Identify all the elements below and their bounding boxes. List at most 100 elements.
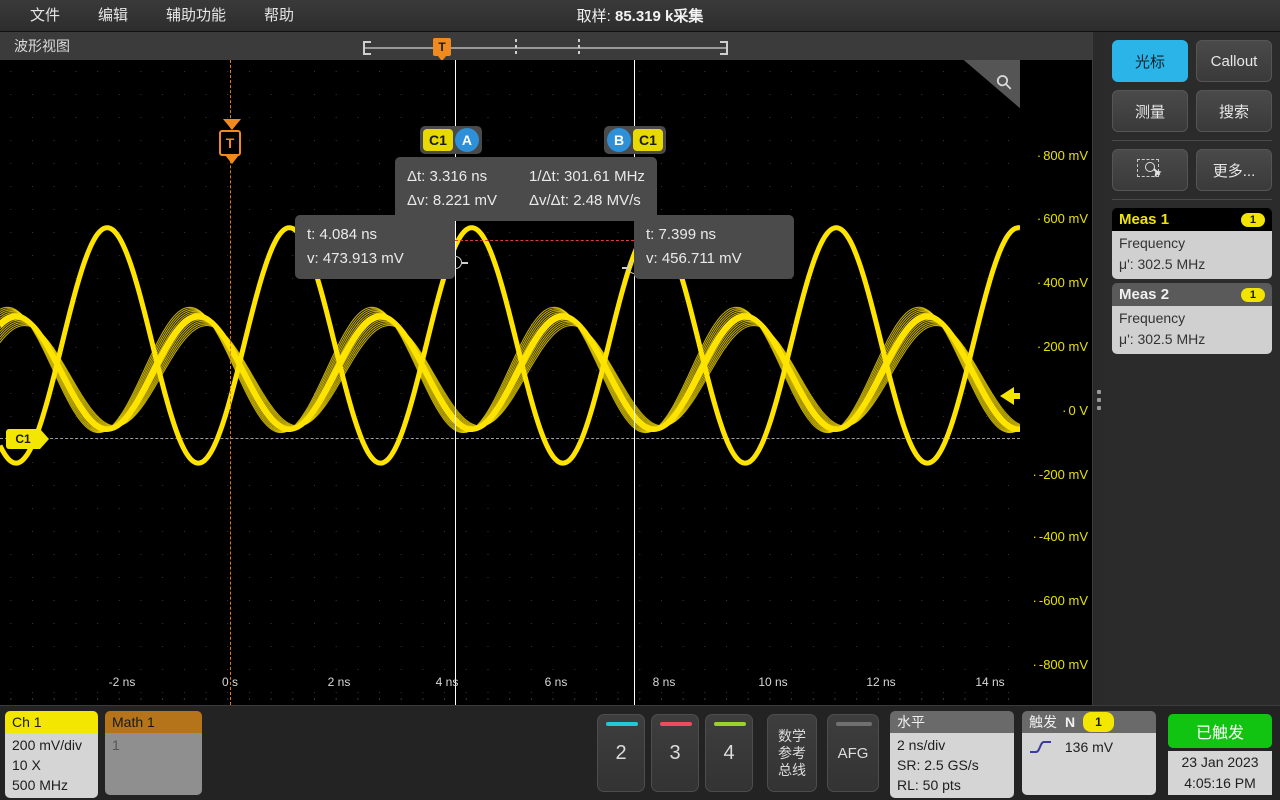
delta-t-value: Δt: 3.316 ns — [407, 165, 529, 189]
afg-button[interactable]: AFG — [827, 714, 879, 792]
channel-4-button[interactable]: 4 — [705, 714, 753, 792]
trigger-header: 触发 N 1 — [1022, 711, 1156, 733]
menu-edit[interactable]: 编辑 — [84, 1, 142, 31]
math-1-badge[interactable]: Math 1 1 — [105, 711, 202, 795]
zoom-select-icon — [1137, 159, 1163, 181]
channel-1-vertical-marker[interactable]: C1 — [6, 429, 40, 449]
cursor-delta-readout[interactable]: Δt: 3.316 ns 1/Δt: 301.61 MHz Δv: 8.221 … — [395, 157, 657, 221]
trigger-status-button[interactable]: 已触发 — [1168, 714, 1272, 748]
horizontal-settings: 2 ns/div SR: 2.5 GS/s RL: 50 pts — [890, 733, 1014, 798]
sidebar-more-button[interactable]: 更多... — [1196, 149, 1272, 191]
sidebar-cursors-button[interactable]: 光标 — [1112, 40, 1188, 82]
measurement-2-source-chip: 1 — [1241, 288, 1265, 302]
panel-divider-handle[interactable] — [1097, 390, 1101, 414]
x-tick-label: 14 ns — [975, 675, 1004, 689]
current-date: 23 Jan 2023 — [1173, 752, 1267, 773]
y-tick-label: -200 mV — [1033, 467, 1088, 482]
cursor-b-channel-badge[interactable]: C1 — [633, 129, 663, 151]
channel-4-label: 4 — [723, 742, 734, 765]
channel-1-title: Ch 1 — [5, 711, 98, 733]
channel-2-button[interactable]: 2 — [597, 714, 645, 792]
measurement-1-value: μ': 302.5 MHz — [1119, 254, 1265, 275]
horizontal-title: 水平 — [890, 711, 1014, 733]
afg-label: AFG — [838, 745, 869, 762]
menu-file[interactable]: 文件 — [16, 1, 74, 31]
acquisition-label: 取样: — [577, 8, 615, 25]
trigger-settings: 136 mV — [1022, 733, 1156, 795]
acquisition-status: 取样: 85.319 k采集 — [577, 5, 704, 26]
waveform-grid-area[interactable]: C1 T ⚲ -2 ns 0 s 2 ns 4 ns 6 ns 8 ns 10 … — [0, 60, 1092, 705]
overview-right-bracket[interactable] — [720, 41, 728, 55]
horizontal-badge[interactable]: 水平 2 ns/div SR: 2.5 GS/s RL: 50 pts — [890, 711, 1014, 798]
waveform-view-panel: 波形视图 T C1 — [0, 32, 1092, 705]
channel-1-probe: 10 X — [12, 755, 91, 775]
measurement-1-source-chip: 1 — [1241, 213, 1265, 227]
sidebar-search-button[interactable]: 搜索 — [1196, 90, 1272, 132]
channel-3-button[interactable]: 3 — [651, 714, 699, 792]
x-tick-label: 2 ns — [328, 675, 351, 689]
panel-divider[interactable] — [1092, 32, 1104, 705]
y-tick-label: -600 mV — [1033, 593, 1088, 608]
voltage-axis: 800 mV 600 mV 400 mV 200 mV 0 V -200 mV … — [1020, 60, 1092, 705]
cursor-a-time: t: 4.084 ns — [307, 223, 443, 247]
x-tick-label: 6 ns — [545, 675, 568, 689]
sidebar-separator-1 — [1112, 140, 1272, 141]
sidebar-measure-button[interactable]: 测量 — [1112, 90, 1188, 132]
delta-v-value: Δv: 8.221 mV — [407, 189, 529, 213]
measurement-2-value: μ': 302.5 MHz — [1119, 329, 1265, 350]
cursor-a-badge-group[interactable]: C1 A — [420, 126, 482, 154]
cursor-b-badge[interactable]: B — [607, 128, 631, 152]
overview-rail — [363, 47, 728, 49]
oscilloscope-app: 文件 编辑 辅助功能 帮助 取样: 85.319 k采集 波形视图 T — [0, 0, 1280, 800]
cursor-a-voltage: v: 473.913 mV — [307, 247, 443, 271]
math-1-title: Math 1 — [105, 711, 202, 733]
y-tick-label: 400 mV — [1037, 275, 1088, 290]
sidebar-separator-2 — [1112, 199, 1272, 200]
trigger-level-arrow-icon[interactable] — [1000, 387, 1014, 405]
math-1-body: 1 — [105, 733, 202, 795]
menu-utility[interactable]: 辅助功能 — [152, 1, 240, 31]
channel-3-color-indicator — [660, 722, 692, 726]
slew-rate-value: Δv/Δt: 2.48 MV/s — [529, 189, 641, 213]
channel-1-badge[interactable]: Ch 1 200 mV/div 10 X 500 MHz — [5, 711, 98, 798]
measurement-1-header[interactable]: Meas 1 1 — [1112, 208, 1272, 231]
cursor-b-badge-group[interactable]: B C1 — [604, 126, 666, 154]
menu-help[interactable]: 帮助 — [250, 1, 308, 31]
acquisition-count: 85.319 k采集 — [615, 8, 703, 25]
cursor-b-readout[interactable]: t: 7.399 ns v: 456.711 mV — [634, 215, 794, 279]
sidebar-zoom-select-button[interactable] — [1112, 149, 1188, 191]
x-tick-label: -2 ns — [109, 675, 136, 689]
channel-2-label: 2 — [615, 742, 626, 765]
trigger-position-marker[interactable]: T — [219, 130, 241, 156]
math-ref-bus-line-2: 参考 — [778, 745, 806, 762]
cursor-a-badge[interactable]: A — [455, 128, 479, 152]
overview-left-bracket[interactable] — [363, 41, 371, 55]
channel-4-color-indicator — [714, 722, 746, 726]
trigger-mode: N — [1065, 712, 1075, 732]
overview-trigger-marker[interactable]: T — [433, 38, 451, 56]
menu-bar: 文件 编辑 辅助功能 帮助 取样: 85.319 k采集 — [0, 0, 1280, 32]
y-tick-label: 0 V — [1062, 403, 1088, 418]
math-ref-bus-button[interactable]: 数学 参考 总线 — [767, 714, 817, 792]
acquisition-overview-bar[interactable]: T — [363, 41, 728, 55]
measurement-2-title: Meas 2 — [1119, 286, 1169, 303]
sidebar-callout-button[interactable]: Callout — [1196, 40, 1272, 82]
right-sidebar: 光标 Callout 测量 搜索 更多... Meas 1 1 Frequenc… — [1104, 32, 1280, 705]
cursor-delta-v-line — [455, 240, 634, 241]
measurement-2-type: Frequency — [1119, 308, 1265, 329]
measurement-2-header[interactable]: Meas 2 1 — [1112, 283, 1272, 306]
channel-2-color-indicator — [606, 722, 638, 726]
y-tick-label: -800 mV — [1033, 657, 1088, 672]
measurement-badge-1[interactable]: Meas 1 1 Frequency μ': 302.5 MHz — [1112, 208, 1272, 279]
trigger-badge[interactable]: 触发 N 1 136 mV — [1022, 711, 1156, 795]
afg-color-indicator — [836, 722, 872, 726]
x-tick-label: 12 ns — [866, 675, 895, 689]
cursor-a-readout[interactable]: t: 4.084 ns v: 473.913 mV — [295, 215, 455, 279]
measurement-badge-2[interactable]: Meas 2 1 Frequency μ': 302.5 MHz — [1112, 283, 1272, 354]
y-tick-label: 600 mV — [1037, 211, 1088, 226]
cursor-a-channel-badge[interactable]: C1 — [423, 129, 453, 151]
inverse-delta-t-value: 1/Δt: 301.61 MHz — [529, 165, 645, 189]
measurement-2-body: Frequency μ': 302.5 MHz — [1112, 306, 1272, 354]
measurement-1-title: Meas 1 — [1119, 211, 1169, 228]
x-tick-label: 8 ns — [653, 675, 676, 689]
